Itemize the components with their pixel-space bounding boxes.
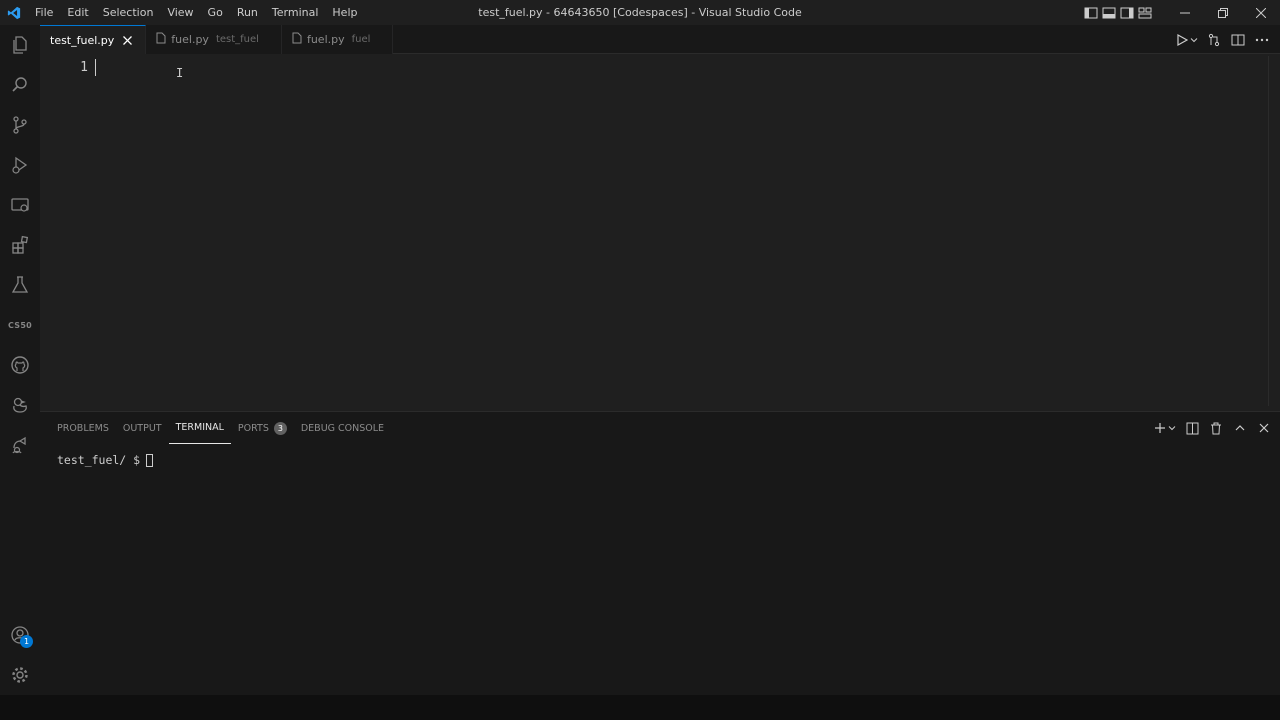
split-editor-icon[interactable] (1230, 32, 1246, 48)
tab-description: test_fuel (215, 34, 259, 45)
source-control-icon[interactable] (0, 105, 40, 145)
run-debug-icon[interactable] (0, 145, 40, 185)
chevron-down-icon[interactable] (1190, 32, 1198, 48)
ports-count-badge: 3 (273, 421, 287, 435)
line-number: 1 (80, 60, 88, 75)
tab-ports[interactable]: PORTS 3 (231, 412, 294, 444)
close-icon[interactable] (119, 32, 135, 48)
title-bar: File Edit Selection View Go Run Terminal… (0, 0, 1280, 25)
trash-icon[interactable] (1208, 420, 1224, 436)
new-terminal-icon[interactable] (1152, 420, 1168, 436)
code-editor[interactable]: 1 I (40, 54, 1280, 411)
restore-button[interactable] (1204, 0, 1242, 25)
tab-label: fuel.py (306, 33, 345, 46)
text-cursor (95, 59, 96, 76)
tab-label: test_fuel.py (50, 33, 115, 47)
tab-test-fuel-py[interactable]: test_fuel.py (40, 25, 147, 54)
bottom-panel: PROBLEMS OUTPUT TERMINAL PORTS 3 DEBUG C… (40, 411, 1280, 695)
more-actions-icon[interactable] (1254, 32, 1270, 48)
tab-debug-console[interactable]: DEBUG CONSOLE (294, 412, 391, 444)
tab-terminal[interactable]: TERMINAL (168, 412, 231, 444)
activity-bar: CS50 1 (0, 25, 40, 695)
accounts-badge: 1 (20, 635, 33, 648)
chevron-up-icon[interactable] (1232, 420, 1248, 436)
menu-run[interactable]: Run (230, 0, 265, 25)
menu-go[interactable]: Go (201, 0, 230, 25)
accounts-icon[interactable]: 1 (0, 615, 40, 655)
editor-tab-bar: test_fuel.py fuel.py test_fuel fuel.py f… (40, 25, 1280, 54)
extensions-icon[interactable] (0, 225, 40, 265)
editor-scrollbar[interactable] (1268, 56, 1278, 406)
run-python-file-icon[interactable] (1174, 32, 1190, 48)
menu-help[interactable]: Help (325, 0, 364, 25)
explorer-icon[interactable] (0, 25, 40, 65)
toggle-secondary-sidebar-icon[interactable] (1120, 6, 1134, 20)
tab-label: fuel.py (171, 33, 209, 46)
split-terminal-icon[interactable] (1184, 420, 1200, 436)
live-share-icon[interactable] (0, 425, 40, 465)
github-icon[interactable] (0, 345, 40, 385)
close-window-button[interactable] (1242, 0, 1280, 25)
menu-terminal[interactable]: Terminal (265, 0, 326, 25)
mouse-ibeam-icon: I (176, 66, 184, 80)
search-icon[interactable] (0, 65, 40, 105)
file-icon (292, 32, 302, 47)
tab-fuel-py-test-fuel[interactable]: fuel.py test_fuel (146, 25, 282, 54)
menu-edit[interactable]: Edit (60, 0, 95, 25)
open-changes-icon[interactable] (1206, 32, 1222, 48)
toggle-panel-icon[interactable] (1102, 6, 1116, 20)
close-panel-icon[interactable] (1256, 420, 1272, 436)
cs50-icon[interactable]: CS50 (0, 305, 40, 345)
status-bar (0, 695, 1280, 720)
terminal-cursor (146, 453, 154, 467)
tab-output[interactable]: OUTPUT (116, 412, 169, 444)
customize-layout-icon[interactable] (1138, 6, 1152, 20)
vscode-logo-icon[interactable] (0, 0, 28, 25)
tab-fuel-py-fuel[interactable]: fuel.py fuel (281, 25, 394, 54)
terminal-output[interactable]: test_fuel/ $ (57, 453, 154, 467)
file-icon (156, 32, 166, 47)
menu-bar: File Edit Selection View Go Run Terminal… (28, 0, 364, 25)
terminal-prompt: test_fuel/ $ (57, 453, 141, 467)
menu-view[interactable]: View (160, 0, 200, 25)
tab-problems[interactable]: PROBLEMS (50, 412, 116, 444)
chevron-down-icon[interactable] (1168, 420, 1176, 436)
tab-description: fuel (351, 34, 371, 45)
menu-selection[interactable]: Selection (96, 0, 161, 25)
minimize-button[interactable] (1166, 0, 1204, 25)
menu-file[interactable]: File (28, 0, 60, 25)
testing-icon[interactable] (0, 265, 40, 305)
remote-explorer-icon[interactable] (0, 185, 40, 225)
toggle-primary-sidebar-icon[interactable] (1084, 6, 1098, 20)
manage-gear-icon[interactable] (0, 655, 40, 695)
ducky-icon[interactable] (0, 385, 40, 425)
